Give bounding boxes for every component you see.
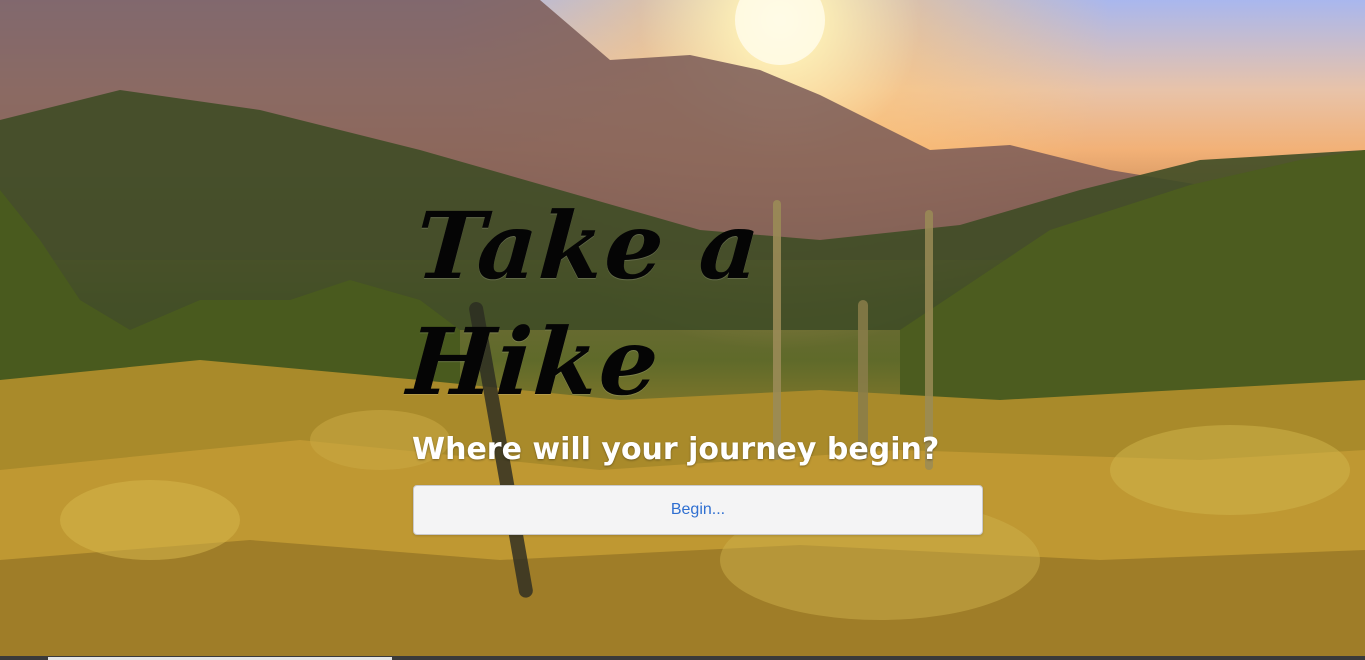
hero-content: Take a Hike Where will your journey begi… (404, 188, 984, 535)
hero-section: Take a Hike Where will your journey begi… (0, 0, 1365, 660)
horizontal-scrollbar[interactable] (0, 656, 1365, 660)
page-title: Take a Hike (404, 192, 766, 416)
subtitle: Where will your journey begin? (412, 432, 940, 467)
begin-button[interactable]: Begin... (413, 485, 983, 535)
